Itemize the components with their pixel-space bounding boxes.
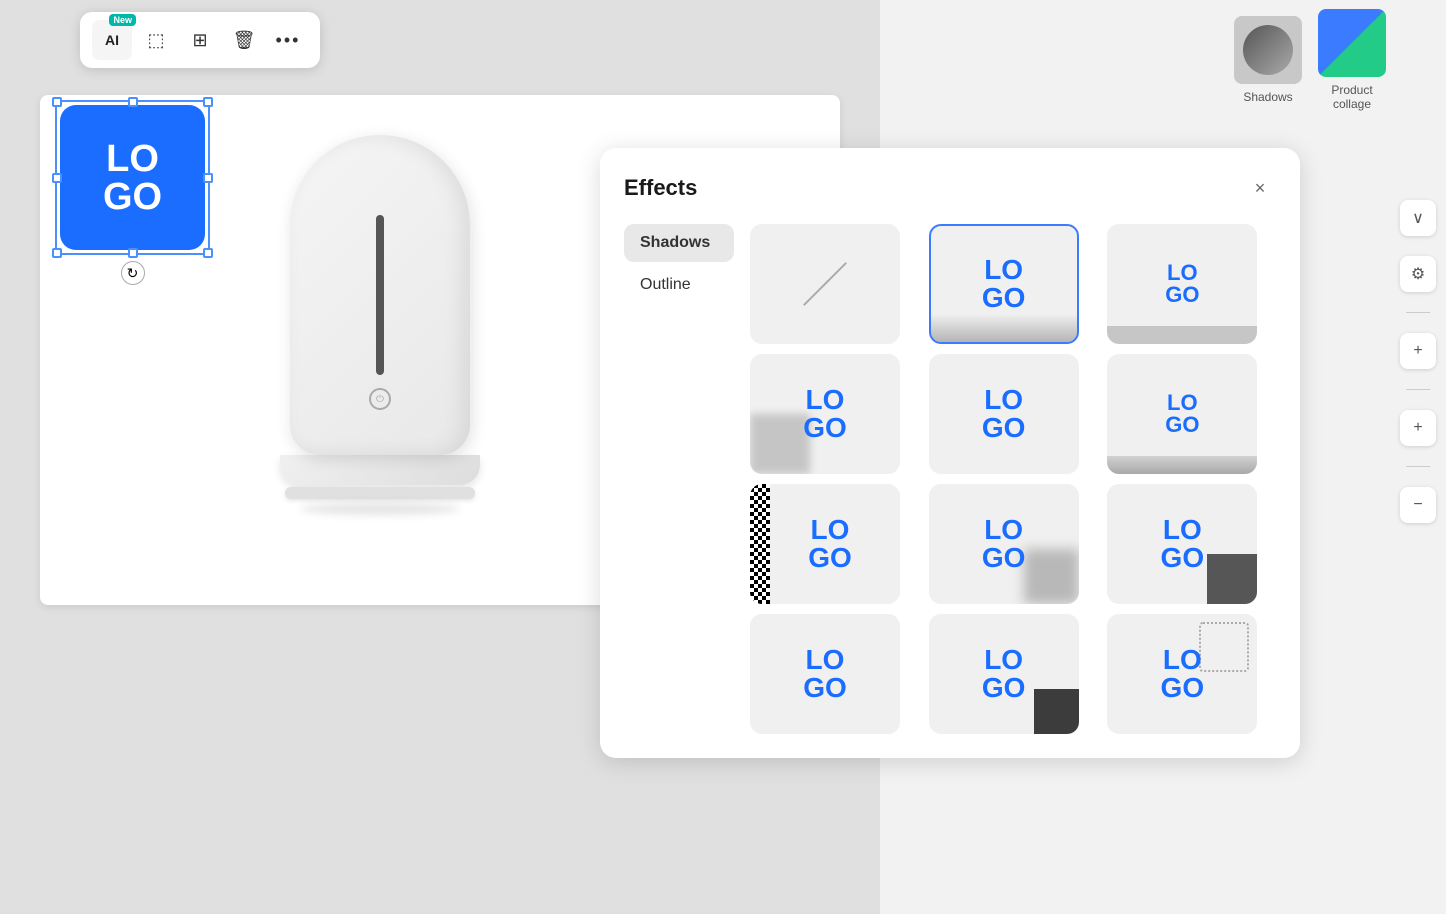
effect-cell-shadow-corner-br[interactable]: LOGO xyxy=(929,484,1079,604)
effect-cell-dark-corner[interactable]: LOGO xyxy=(929,614,1079,734)
effects-grid: LOGO LOGO LOGO LOGO xyxy=(750,224,1276,734)
effect-cell-unknown1[interactable]: LOGO xyxy=(750,614,900,734)
ai-label: AI xyxy=(105,32,119,48)
logo-icon-8: LOGO xyxy=(1161,516,1205,572)
logo-icon-4: LOGO xyxy=(982,386,1026,442)
shadow-bottom-soft xyxy=(931,314,1077,342)
shadow-tight xyxy=(1107,326,1257,344)
shadows-thumb-label: Shadows xyxy=(1243,90,1292,104)
filter-icon: ⚙ xyxy=(1411,264,1425,284)
delete-icon: 🗑 xyxy=(233,30,256,51)
effect-cell-dark-br[interactable]: LOGO xyxy=(1107,484,1257,604)
template-thumb-product-collage[interactable]: Product collage xyxy=(1318,9,1386,111)
dotted-outline-effect xyxy=(1199,622,1249,672)
minus-icon: − xyxy=(1413,496,1422,514)
logo-icon-2: LOGO xyxy=(1165,262,1199,306)
toolbar: AI New ⬚ ⊞ 🗑 ••• xyxy=(80,12,320,68)
filter-button[interactable]: ⚙ xyxy=(1400,256,1436,292)
effect-cell-shadow-tight[interactable]: LOGO xyxy=(1107,224,1257,344)
plus-icon-2: + xyxy=(1413,419,1422,437)
add-button-2[interactable]: + xyxy=(1400,410,1436,446)
more-icon: ••• xyxy=(276,30,301,51)
logo-line1: LO xyxy=(103,140,162,178)
effects-layout: Shadows Outline LOGO LOGO xyxy=(624,224,1276,734)
effect-cell-dotted[interactable]: LOGO xyxy=(1107,614,1257,734)
product-collage-thumb-label: Product collage xyxy=(1331,83,1372,111)
effects-nav: Shadows Outline xyxy=(624,224,734,734)
shadow-corner-bl-effect xyxy=(750,414,810,474)
effect-cell-shadow-hard[interactable]: LOGO xyxy=(1107,354,1257,474)
logo-line2: GO xyxy=(103,178,162,216)
dark-overlay xyxy=(1207,554,1257,604)
effect-cell-shadow-corner-bl[interactable]: LOGO xyxy=(750,354,900,474)
effects-panel: Effects × Shadows Outline LOGO xyxy=(600,148,1300,758)
add-button-1[interactable]: + xyxy=(1400,333,1436,369)
product-collage-thumb-image xyxy=(1318,9,1386,77)
logo-icon: LOGO xyxy=(982,256,1026,312)
new-badge: New xyxy=(109,14,136,26)
humidifier-body: ⏻ xyxy=(290,135,470,455)
chevron-down-icon: ∨ xyxy=(1412,208,1424,228)
logo-icon-11: LOGO xyxy=(1161,646,1205,702)
more-button[interactable]: ••• xyxy=(268,20,308,60)
shadows-thumb-image xyxy=(1234,16,1302,84)
humidifier-shadow xyxy=(300,503,460,515)
add-frame-icon: ⊞ xyxy=(192,30,207,51)
logo-icon-7: LOGO xyxy=(982,516,1026,572)
minus-button[interactable]: − xyxy=(1400,487,1436,523)
close-button[interactable]: × xyxy=(1244,172,1276,204)
template-thumb-shadows[interactable]: Shadows xyxy=(1234,16,1302,104)
logo-icon-5: LOGO xyxy=(1165,392,1199,436)
humidifier-foot xyxy=(285,487,475,499)
effects-title: Effects xyxy=(624,175,697,201)
select-button[interactable]: ⬚ xyxy=(136,20,176,60)
humidifier-product: ⏻ xyxy=(270,135,490,515)
nav-item-outline[interactable]: Outline xyxy=(624,266,734,304)
logo-icon-10: LOGO xyxy=(982,646,1026,702)
add-frame-button[interactable]: ⊞ xyxy=(180,20,220,60)
nav-item-shadows[interactable]: Shadows xyxy=(624,224,734,262)
template-bar: Shadows Product collage xyxy=(880,0,1446,120)
edge-divider-2 xyxy=(1406,389,1430,390)
chevron-down-button[interactable]: ∨ xyxy=(1400,200,1436,236)
no-effect-slash xyxy=(803,262,847,306)
checker-left-effect xyxy=(750,484,770,604)
shadow-br-effect xyxy=(1024,549,1079,604)
effect-cell-checker[interactable]: LOGO xyxy=(750,484,900,604)
edge-divider-1 xyxy=(1406,312,1430,313)
humidifier-base xyxy=(280,455,480,485)
effect-cell-shadow-soft[interactable]: LOGO xyxy=(929,224,1079,344)
logo-text: LO GO xyxy=(103,140,162,216)
power-button: ⏻ xyxy=(369,388,391,410)
logo-element[interactable]: LO GO xyxy=(60,105,205,250)
effect-cell-none[interactable] xyxy=(750,224,900,344)
effects-header: Effects × xyxy=(624,172,1276,204)
edge-divider-3 xyxy=(1406,466,1430,467)
shadow-hard-bar xyxy=(1107,456,1257,474)
logo-icon-9: LOGO xyxy=(803,646,847,702)
dark-corner-effect xyxy=(1034,689,1079,734)
ai-button[interactable]: AI New xyxy=(92,20,132,60)
close-icon: × xyxy=(1255,178,1266,199)
logo-icon-6: LOGO xyxy=(808,516,852,572)
edge-controls: ∨ ⚙ + + − xyxy=(1400,200,1436,523)
effect-cell-center[interactable]: LOGO xyxy=(929,354,1079,474)
humidifier-slot xyxy=(376,215,384,375)
select-icon: ⬚ xyxy=(147,30,164,51)
plus-icon-1: + xyxy=(1413,342,1422,360)
delete-button[interactable]: 🗑 xyxy=(224,20,264,60)
logo-icon-3: LOGO xyxy=(803,386,847,442)
